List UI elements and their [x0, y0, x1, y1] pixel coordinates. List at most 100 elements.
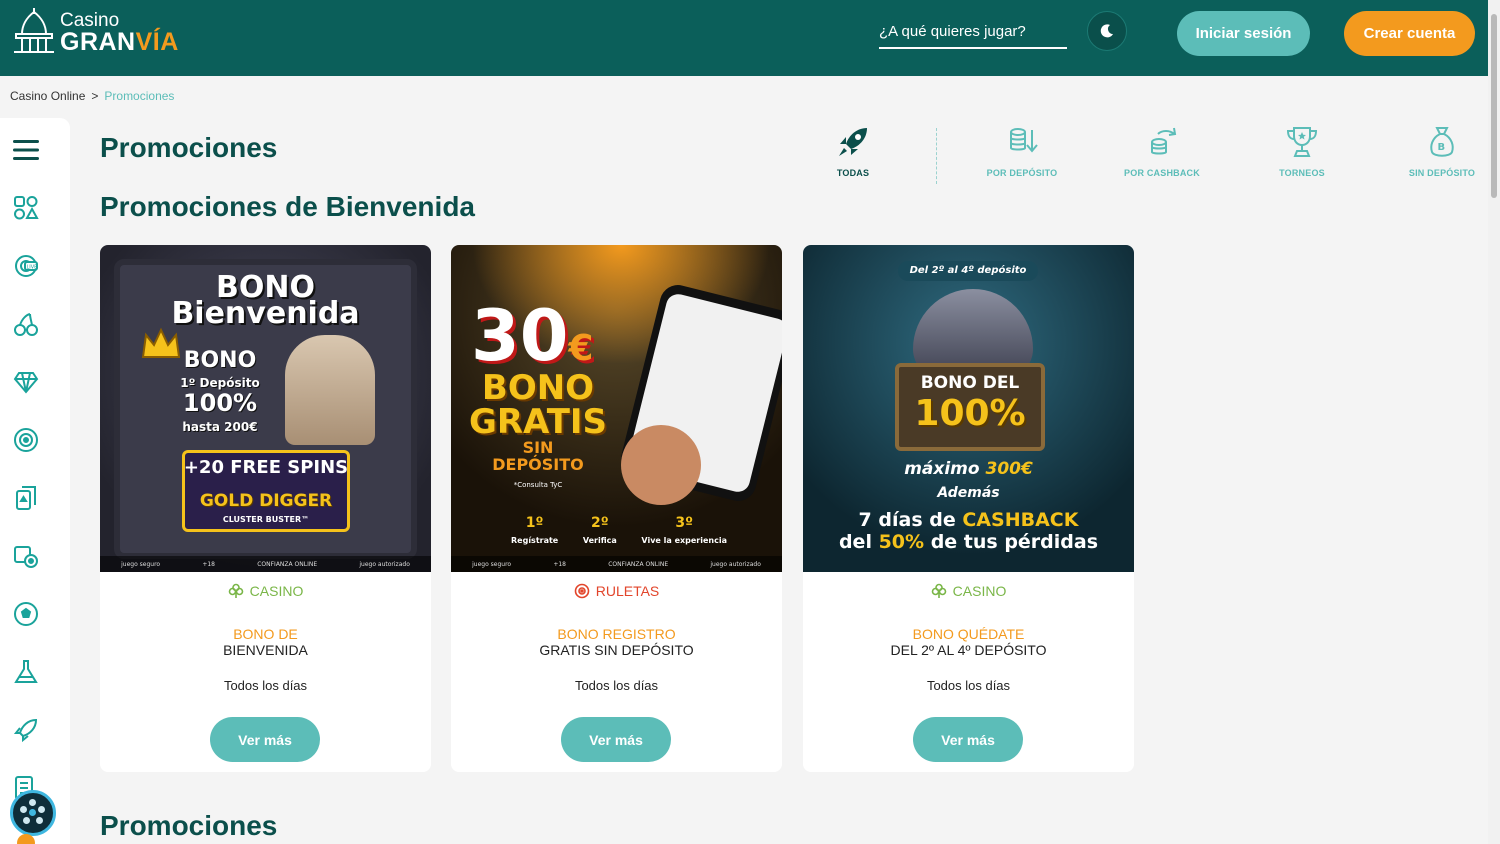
legal-juego-seguro: juego seguro	[472, 560, 512, 568]
banner-bono-gratis: BONO GRATIS	[463, 371, 613, 439]
banner-up-to: hasta 200€	[182, 420, 258, 434]
banner-first-deposit: 1º Depósito	[180, 376, 260, 390]
rocket-icon	[839, 128, 867, 156]
banner-deposit-range: Del 2º al 4º depósito	[898, 261, 1038, 281]
game-search	[879, 14, 1067, 49]
rocket-game-icon[interactable]	[12, 716, 40, 744]
filter-por-deposito[interactable]: POR DEPÓSITO	[972, 124, 1072, 182]
banner-cashback-line: 7 días de CASHBACK	[803, 509, 1134, 531]
page-title: Promociones	[100, 132, 278, 163]
filter-label: TORNEOS	[1279, 168, 1325, 178]
step-2-text: Verifica	[582, 536, 617, 545]
cashback-icon	[1151, 127, 1177, 155]
search-input[interactable]	[879, 14, 1067, 46]
trophy-icon	[1286, 127, 1318, 157]
card-availability: Todos los días	[574, 678, 659, 693]
roulette-icon	[574, 583, 590, 599]
dark-mode-toggle[interactable]	[1087, 11, 1127, 51]
breadcrumb: Casino Online > Promociones	[10, 89, 174, 103]
banner-cashback: CASHBACK	[962, 509, 1079, 531]
legal-confianza: CONFIANZA ONLINE	[257, 560, 318, 568]
card-category-label: CASINO	[249, 583, 304, 599]
live-casino-icon[interactable]: LIVE	[12, 252, 40, 280]
help-dot	[29, 799, 36, 806]
card-availability: Todos los días	[926, 678, 1011, 693]
banner-perdidas: de tus pérdidas	[930, 531, 1099, 553]
ver-mas-button[interactable]: Ver más	[913, 717, 1023, 762]
legal-autorizado: juego autorizado	[710, 560, 761, 568]
lab-flask-icon[interactable]	[12, 658, 40, 686]
banner-game-name: GOLD DIGGER	[199, 491, 333, 511]
logo-granvia-text: GRANVÍA	[60, 28, 179, 57]
banner-losses-line: del 50% de tus pérdidas	[803, 531, 1134, 553]
promo-banner-quedate[interactable]: Del 2º al 4º depósito BONO DEL 100% máxi…	[803, 245, 1134, 572]
ver-mas-button[interactable]: Ver más	[210, 717, 320, 762]
card-category: CASINO	[803, 583, 1134, 599]
card-title-line2: GRATIS SIN DEPÓSITO	[539, 642, 694, 658]
filter-por-cashback[interactable]: POR CASHBACK	[1112, 124, 1212, 182]
promo-banner-bienvenida[interactable]: BONO Bienvenida BONO 1º Depósito 100% ha…	[100, 245, 431, 572]
slots-cherry-icon[interactable]	[12, 310, 40, 338]
card-category: CASINO	[100, 583, 431, 599]
banner-bono-del: BONO DEL	[920, 373, 1020, 393]
banner-del: del	[838, 531, 872, 553]
banner-max: máximo 300€	[803, 459, 1134, 479]
step-2-num: 2º	[591, 515, 609, 531]
legal-autorizado: juego autorizado	[359, 560, 410, 568]
help-dot	[23, 817, 30, 824]
filter-sin-deposito[interactable]: B SIN DEPÓSITO	[1392, 124, 1492, 182]
banner-legal-strip: juego seguro +18 CONFIANZA ONLINE juego …	[451, 556, 782, 572]
coins-deposit-icon	[1010, 128, 1038, 153]
virtual-sports-icon[interactable]	[12, 542, 40, 570]
banner-deposito: DEPÓSITO	[492, 455, 584, 474]
promo-card-bienvenida: BONO Bienvenida BONO 1º Depósito 100% ha…	[100, 245, 431, 772]
card-title-line2: BIENVENIDA	[223, 642, 308, 658]
banner-line: BONO Bienvenida	[100, 273, 431, 329]
hamburger-menu-icon[interactable]	[12, 136, 40, 164]
promo-banner-registro[interactable]: 30€ BONO GRATIS SIN DEPÓSITO *Consulta T…	[451, 245, 782, 572]
logo-via: VÍA	[135, 28, 179, 56]
banner-50: 50%	[878, 531, 925, 553]
banner-100-percent: 100%	[914, 393, 1026, 434]
categories-shapes-icon[interactable]	[12, 194, 40, 222]
roulette-icon[interactable]	[12, 426, 40, 454]
card-title-line2: DEL 2º AL 4º DEPÓSITO	[890, 642, 1047, 658]
login-button[interactable]: Iniciar sesión	[1177, 11, 1310, 56]
football-icon[interactable]	[12, 600, 40, 628]
banner-ademas: Además	[937, 485, 1000, 501]
banner-300: 300€	[985, 459, 1033, 479]
banner-legal-strip: juego seguro +18 CONFIANZA ONLINE juego …	[100, 556, 431, 572]
cards-icon[interactable]	[12, 484, 40, 512]
step-3-text: Vive la experiencia	[641, 536, 727, 545]
banner-amount: 30€	[471, 295, 601, 377]
casino-clover-icon	[228, 583, 243, 598]
promotions-section-title: Promociones	[100, 810, 278, 841]
step-1: 1º Regístrate	[511, 515, 558, 547]
filter-todas[interactable]: TODAS	[803, 124, 903, 182]
filter-label: SIN DEPÓSITO	[1408, 168, 1476, 178]
filter-divider	[936, 128, 937, 184]
banner-deposit-block: BONO 1º Depósito 100% hasta 200€	[170, 350, 270, 437]
banner-7-dias: 7 días de	[858, 509, 956, 531]
banner-maximo: máximo	[904, 459, 980, 479]
moon-icon	[1100, 24, 1113, 38]
ver-mas-button[interactable]: Ver más	[561, 717, 671, 762]
register-button[interactable]: Crear cuenta	[1344, 11, 1475, 56]
banner-percent: 100%	[182, 389, 258, 417]
site-logo[interactable]: Casino GRANVÍA	[10, 8, 180, 60]
hand-illustration	[621, 425, 701, 505]
promo-card-registro: 30€ BONO GRATIS SIN DEPÓSITO *Consulta T…	[451, 245, 782, 772]
card-title-line1: BONO DE	[233, 626, 298, 642]
step-3-num: 3º	[675, 515, 694, 531]
card-title-line1: BONO REGISTRO	[557, 626, 676, 642]
card-availability: Todos los días	[223, 678, 308, 693]
diamond-icon[interactable]	[12, 368, 40, 396]
help-chat-button[interactable]	[10, 790, 56, 836]
side-navigation: LIVE	[0, 118, 70, 844]
help-dot	[20, 806, 27, 813]
filter-torneos[interactable]: TORNEOS	[1252, 124, 1352, 182]
svg-text:B: B	[1438, 142, 1446, 153]
logo-gran: GRAN	[60, 28, 136, 56]
breadcrumb-home-link[interactable]: Casino Online	[10, 89, 85, 103]
banner-bienvenida: Bienvenida	[171, 296, 360, 331]
